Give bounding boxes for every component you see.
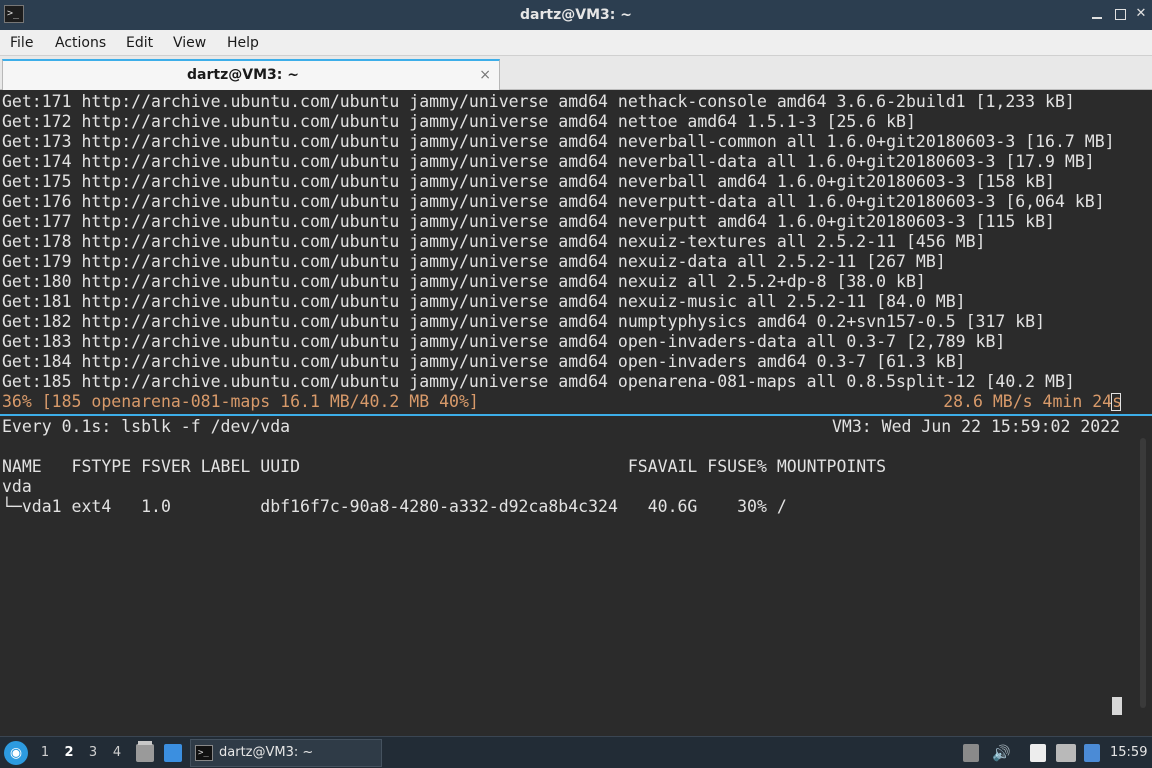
network-icon[interactable] (1056, 744, 1076, 762)
output-line: Get:184 http://archive.ubuntu.com/ubuntu… (2, 352, 966, 371)
window-titlebar[interactable]: >_ dartz@VM3: ~ ✕ (0, 0, 1152, 30)
close-icon[interactable]: ✕ (1133, 6, 1149, 22)
menu-help[interactable]: Help (227, 30, 259, 56)
window-title: dartz@VM3: ~ (520, 7, 632, 23)
workspace-3[interactable]: 3 (84, 737, 102, 768)
clipboard-icon[interactable] (963, 744, 979, 762)
menu-icon[interactable]: ◉ (4, 741, 28, 765)
clock[interactable]: 15:59 (1110, 737, 1147, 768)
workspace-2[interactable]: 2 (60, 737, 78, 768)
output-line: Get:183 http://archive.ubuntu.com/ubuntu… (2, 332, 1006, 351)
minimize-icon[interactable] (1089, 6, 1105, 22)
terminal-pane-bottom[interactable]: Every 0.1s: lsblk -f /dev/vda VM3: Wed J… (0, 414, 1152, 734)
tab-title: dartz@VM3: ~ (187, 67, 299, 83)
notification-icon[interactable] (1084, 744, 1100, 762)
output-line: Get:172 http://archive.ubuntu.com/ubuntu… (2, 112, 916, 131)
menu-view[interactable]: View (173, 30, 206, 56)
terminal-cursor (1111, 393, 1121, 411)
tab-bar: dartz@VM3: ~ × (0, 56, 1152, 90)
download-speed-eta: 28.6 MB/s 4min 24s (943, 392, 1122, 411)
menu-file[interactable]: File (10, 30, 33, 56)
volume-icon[interactable]: 🔊 (992, 744, 1011, 762)
menu-bar: File Actions Edit View Help (0, 30, 1152, 56)
tab-terminal[interactable]: dartz@VM3: ~ × (2, 59, 500, 90)
terminal-pane-top[interactable]: Get:171 http://archive.ubuntu.com/ubuntu… (0, 91, 1152, 412)
taskbar: ◉ 1 2 3 4 >_ dartz@VM3: ~ 🔊 15:59 (0, 736, 1152, 768)
download-progress: 36% [185 openarena-081-maps 16.1 MB/40.2… (2, 392, 479, 411)
terminal-icon: >_ (195, 745, 213, 761)
watch-timestamp: VM3: Wed Jun 22 15:59:02 2022 (832, 417, 1121, 436)
workspace-1[interactable]: 1 (36, 737, 54, 768)
task-label: dartz@VM3: ~ (219, 745, 314, 760)
task-button-terminal[interactable]: >_ dartz@VM3: ~ (190, 739, 382, 767)
workspace-4[interactable]: 4 (108, 737, 126, 768)
lsblk-table-header: NAME FSTYPE FSVER LABEL UUID FSAVAIL FSU… (2, 457, 887, 476)
notes-icon[interactable] (1030, 744, 1046, 762)
output-line: Get:175 http://archive.ubuntu.com/ubuntu… (2, 172, 1055, 191)
output-line: Get:178 http://archive.ubuntu.com/ubuntu… (2, 232, 986, 251)
output-line: Get:171 http://archive.ubuntu.com/ubuntu… (2, 92, 1075, 111)
file-manager-icon[interactable] (136, 741, 154, 762)
show-desktop-icon[interactable] (164, 744, 182, 762)
output-line: Get:174 http://archive.ubuntu.com/ubuntu… (2, 152, 1095, 171)
output-line: Get:179 http://archive.ubuntu.com/ubuntu… (2, 252, 946, 271)
lsblk-row-vda1: └─vda1 ext4 1.0 dbf16f7c-90a8-4280-a332-… (2, 497, 787, 516)
output-line: Get:177 http://archive.ubuntu.com/ubuntu… (2, 212, 1055, 231)
lsblk-row-vda: vda (2, 477, 32, 496)
terminal-cursor (1112, 697, 1122, 715)
output-line: Get:182 http://archive.ubuntu.com/ubuntu… (2, 312, 1046, 331)
output-line: Get:185 http://archive.ubuntu.com/ubuntu… (2, 372, 1075, 391)
output-line: Get:176 http://archive.ubuntu.com/ubuntu… (2, 192, 1105, 211)
output-line: Get:181 http://archive.ubuntu.com/ubuntu… (2, 292, 966, 311)
watch-header: Every 0.1s: lsblk -f /dev/vda (2, 417, 291, 436)
menu-edit[interactable]: Edit (126, 30, 153, 56)
tab-close-icon[interactable]: × (479, 66, 491, 84)
output-line: Get:173 http://archive.ubuntu.com/ubuntu… (2, 132, 1115, 151)
output-line: Get:180 http://archive.ubuntu.com/ubuntu… (2, 272, 926, 291)
maximize-icon[interactable] (1112, 6, 1128, 22)
scrollbar[interactable] (1140, 438, 1146, 708)
menu-actions[interactable]: Actions (55, 30, 106, 56)
